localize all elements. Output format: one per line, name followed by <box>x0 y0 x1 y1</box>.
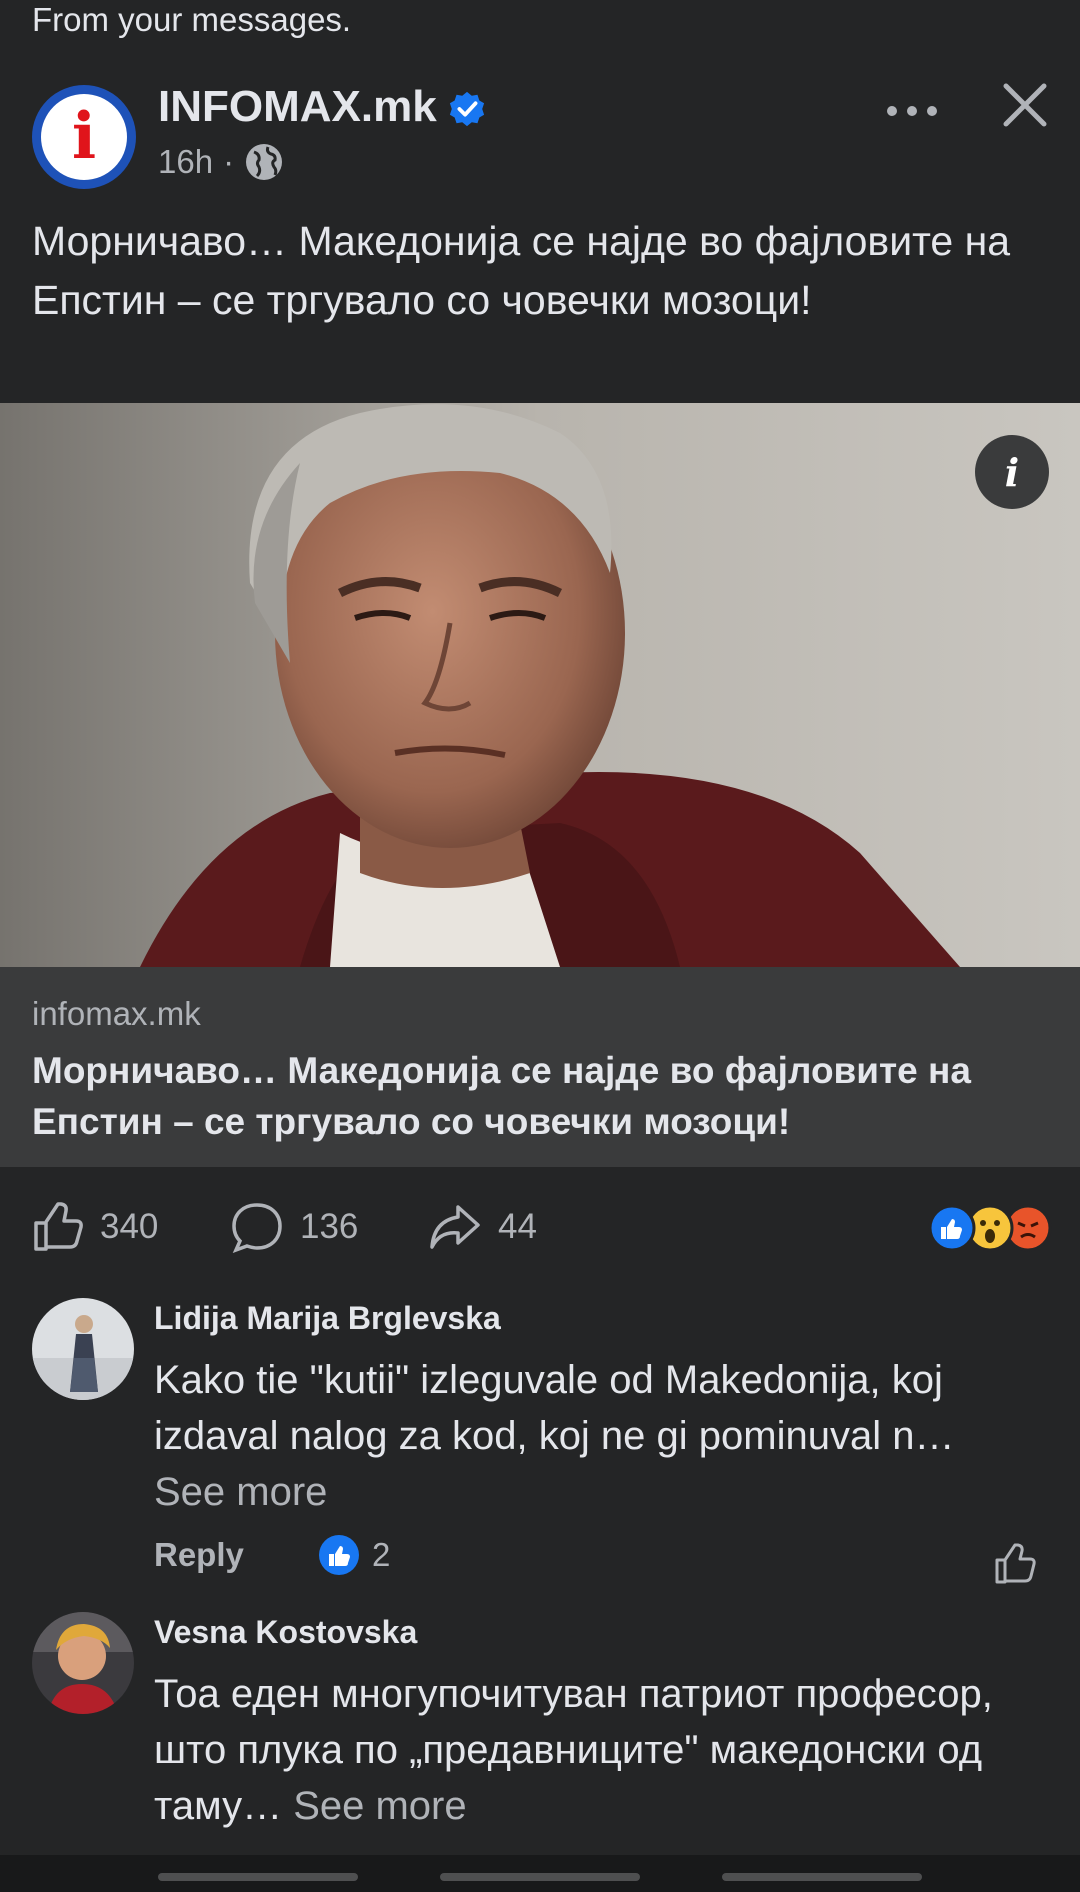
portrait-photo <box>0 403 1080 967</box>
see-more-link[interactable]: See more <box>154 1470 327 1514</box>
comment-like-count: 2 <box>372 1536 391 1573</box>
logo-letter: i <box>71 99 97 174</box>
commenter-name[interactable]: Lidija Marija Brglevska <box>154 1300 501 1337</box>
comment-like-reaction-icon <box>319 1535 359 1575</box>
nav-recents-handle[interactable] <box>158 1873 358 1881</box>
commenter-avatar[interactable] <box>32 1612 134 1714</box>
comment-item: Vesna Kostovska Тоа еден многупочитуван … <box>0 1612 1080 1832</box>
post-actions: 340 136 44 <box>0 1195 1080 1265</box>
page-name[interactable]: INFOMAX.mk <box>158 82 437 132</box>
close-icon[interactable] <box>1000 80 1050 130</box>
share-icon <box>430 1205 480 1249</box>
comment-count: 136 <box>300 1207 359 1246</box>
meta-separator: · <box>223 143 235 180</box>
verified-badge-icon <box>449 91 485 127</box>
globe-icon <box>246 144 283 180</box>
reply-button[interactable]: Reply <box>154 1536 244 1574</box>
nav-home-handle[interactable] <box>440 1873 640 1881</box>
commenter-name[interactable]: Vesna Kostovska <box>154 1614 417 1651</box>
link-title: Морничаво… Македонија се најде во фајлов… <box>32 1050 971 1142</box>
post-text: Морничаво… Македонија се најде во фајлов… <box>32 218 1011 323</box>
more-options-icon[interactable] <box>882 96 942 126</box>
link-domain: infomax.mk <box>32 995 201 1032</box>
comment-button[interactable]: 136 <box>230 1201 358 1253</box>
post-image[interactable] <box>0 403 1080 967</box>
share-button[interactable]: 44 <box>428 1201 537 1253</box>
commenter-avatar[interactable] <box>32 1298 134 1400</box>
nav-back-handle[interactable] <box>722 1873 922 1881</box>
comment-item: Lidija Marija Brglevska Kako tie "kutii"… <box>0 1298 1080 1584</box>
comment-icon <box>232 1203 282 1253</box>
comment-like-icon[interactable] <box>994 1542 1038 1586</box>
link-preview-card[interactable]: infomax.mk Морничаво… Македонија се најд… <box>0 967 1080 1167</box>
like-icon <box>34 1202 83 1251</box>
comment-text: Kako tie "kutii" izleguvale od Makedonij… <box>154 1352 1054 1520</box>
like-count: 340 <box>100 1207 159 1246</box>
reactions-summary[interactable] <box>918 1203 1058 1253</box>
comment-reactions[interactable]: 2 <box>318 1534 390 1576</box>
reaction-like-icon <box>928 1204 976 1252</box>
context-note: From your messages. <box>32 1 352 38</box>
page-avatar[interactable]: i <box>32 85 136 189</box>
comment-text: Тоа еден многупочитуван патриот професор… <box>154 1666 1054 1834</box>
system-nav-bar <box>0 1855 1080 1892</box>
post-meta: 16h · <box>158 142 284 182</box>
comment-body: Kako tie "kutii" izleguvale od Makedonij… <box>154 1358 955 1458</box>
comment-body: Тоа еден многупочитуван патриот професор… <box>154 1672 993 1828</box>
see-more-link[interactable]: See more <box>293 1784 466 1828</box>
info-icon[interactable]: i <box>975 435 1049 509</box>
share-count: 44 <box>498 1207 537 1246</box>
post-header: i INFOMAX.mk 16h · <box>0 60 1080 200</box>
like-button[interactable]: 340 <box>32 1201 158 1253</box>
post-time[interactable]: 16h <box>158 143 213 181</box>
